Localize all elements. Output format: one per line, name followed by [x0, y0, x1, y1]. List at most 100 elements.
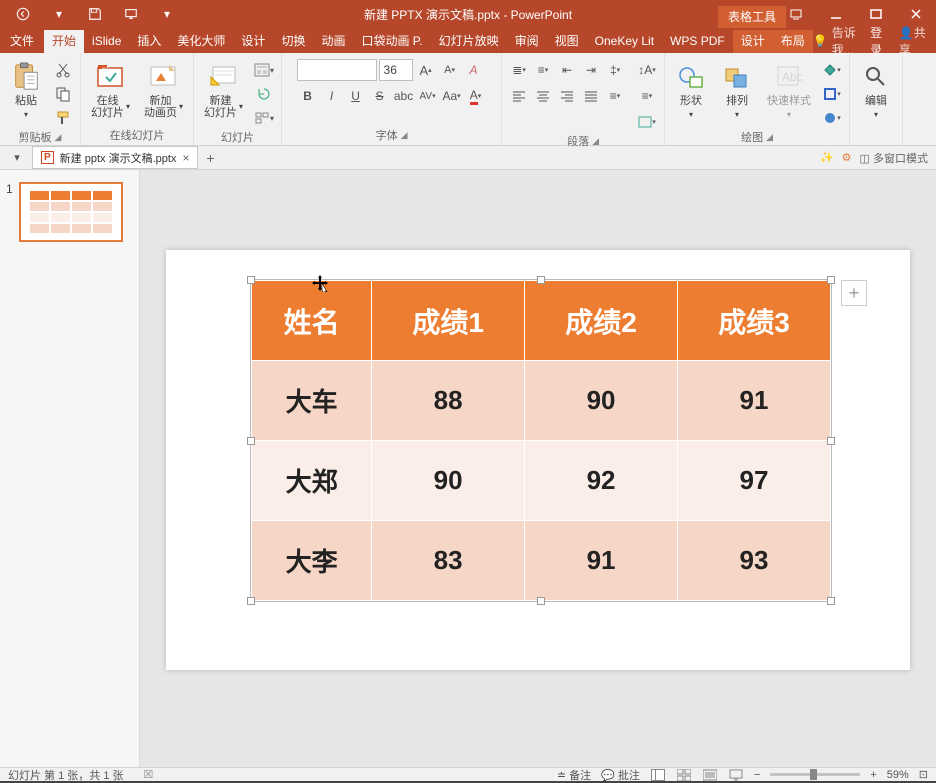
resize-handle[interactable]: [827, 276, 835, 284]
resize-handle[interactable]: [827, 437, 835, 445]
columns-icon[interactable]: ≡▾: [604, 85, 626, 107]
tell-me-search[interactable]: 💡 告诉我...: [813, 24, 858, 58]
table-cell[interactable]: 91: [525, 521, 678, 601]
shapes-button[interactable]: 形状▾: [671, 59, 711, 123]
align-right-icon[interactable]: [556, 85, 578, 107]
tab-beautify[interactable]: 美化大师: [169, 30, 233, 53]
table-cell[interactable]: 大李: [252, 521, 372, 601]
resize-handle[interactable]: [537, 276, 545, 284]
tab-slideshow[interactable]: 幻灯片放映: [431, 30, 507, 53]
tab-transition[interactable]: 切换: [273, 30, 313, 53]
smartart-icon[interactable]: ▾: [636, 111, 658, 133]
format-painter-icon[interactable]: [52, 107, 74, 129]
data-table[interactable]: 姓名 成绩1 成绩2 成绩3 大车 88 90 91 大郑: [251, 280, 831, 601]
doctab-close-icon[interactable]: ×: [182, 151, 189, 165]
share-button[interactable]: 👤共享: [899, 24, 926, 58]
resize-handle[interactable]: [827, 597, 835, 605]
tab-view[interactable]: 视图: [547, 30, 587, 53]
new-anim-page-button[interactable]: 新加 动画页▾: [140, 59, 187, 121]
document-tab[interactable]: P 新建 pptx 演示文稿.pptx ×: [32, 146, 198, 169]
strikethrough-icon[interactable]: S: [369, 85, 391, 107]
doctab-list-icon[interactable]: ▾: [6, 147, 28, 169]
resize-handle[interactable]: [247, 437, 255, 445]
sorter-view-icon[interactable]: [676, 769, 692, 781]
align-left-icon[interactable]: [508, 85, 530, 107]
table-cell[interactable]: 91: [678, 361, 831, 441]
section-icon[interactable]: ▾: [253, 107, 275, 129]
reading-view-icon[interactable]: [702, 769, 718, 781]
table-cell[interactable]: 88: [372, 361, 525, 441]
underline-icon[interactable]: U: [345, 85, 367, 107]
layout-icon[interactable]: ▾: [253, 59, 275, 81]
tab-wps[interactable]: WPS PDF: [662, 30, 733, 53]
table-header[interactable]: 成绩3: [678, 281, 831, 361]
add-column-icon[interactable]: +: [841, 280, 867, 306]
slide-canvas[interactable]: 姓名 成绩1 成绩2 成绩3 大车 88 90 91 大郑: [140, 170, 936, 767]
tab-home[interactable]: 开始: [44, 30, 84, 53]
comments-button[interactable]: 💬 批注: [601, 767, 640, 783]
copy-icon[interactable]: [52, 83, 74, 105]
magic-icon[interactable]: ✨: [820, 151, 834, 164]
shadow-icon[interactable]: abc: [393, 85, 415, 107]
tab-islide[interactable]: iSlide: [84, 30, 129, 53]
fit-window-icon[interactable]: ⊡: [919, 768, 928, 781]
zoom-value[interactable]: 59%: [887, 769, 909, 781]
bullets-icon[interactable]: ≣▾: [508, 59, 530, 81]
table-cell[interactable]: 大车: [252, 361, 372, 441]
line-spacing-icon[interactable]: ‡▾: [604, 59, 626, 81]
undo-dropdown-icon[interactable]: ▾: [42, 2, 76, 26]
table-header[interactable]: 成绩2: [525, 281, 678, 361]
shape-effects-icon[interactable]: ▾: [821, 107, 843, 129]
sign-in-link[interactable]: 登录: [870, 24, 887, 58]
table-row[interactable]: 大郑 90 92 97: [252, 441, 831, 521]
font-color-icon[interactable]: A▾: [465, 85, 487, 107]
increase-indent-icon[interactable]: ⇥: [580, 59, 602, 81]
table-row[interactable]: 大李 83 91 93: [252, 521, 831, 601]
bold-icon[interactable]: B: [297, 85, 319, 107]
shape-fill-icon[interactable]: ▾: [821, 59, 843, 81]
decrease-font-icon[interactable]: A▾: [439, 59, 461, 81]
multi-window-button[interactable]: ◫ 多窗口模式: [860, 150, 928, 166]
numbering-icon[interactable]: ≡▾: [532, 59, 554, 81]
table-cell[interactable]: 90: [372, 441, 525, 521]
new-slide-button[interactable]: 新建 幻灯片▾: [200, 59, 247, 121]
paste-button[interactable]: 粘贴 ▾: [6, 59, 46, 123]
start-from-beginning-icon[interactable]: [114, 2, 148, 26]
justify-icon[interactable]: [580, 85, 602, 107]
tab-onekey[interactable]: OneKey Lit: [587, 30, 662, 53]
settings-gear-icon[interactable]: ⚙: [842, 151, 852, 164]
tab-pocket[interactable]: 口袋动画 P.: [353, 30, 430, 53]
font-name-combo[interactable]: [297, 59, 377, 81]
shape-outline-icon[interactable]: ▾: [821, 83, 843, 105]
table-row[interactable]: 大车 88 90 91: [252, 361, 831, 441]
arrange-button[interactable]: 排列▾: [717, 59, 757, 123]
tab-insert[interactable]: 插入: [129, 30, 169, 53]
language-label[interactable]: ☒: [144, 768, 154, 781]
reset-icon[interactable]: [253, 83, 275, 105]
align-center-icon[interactable]: [532, 85, 554, 107]
font-size-combo[interactable]: 36: [379, 59, 413, 81]
table-object[interactable]: 姓名 成绩1 成绩2 成绩3 大车 88 90 91 大郑: [250, 279, 832, 602]
zoom-out-icon[interactable]: −: [754, 769, 760, 781]
notes-button[interactable]: ≐ 备注: [557, 767, 591, 783]
zoom-knob[interactable]: [810, 769, 817, 780]
table-header[interactable]: 成绩1: [372, 281, 525, 361]
table-cell[interactable]: 大郑: [252, 441, 372, 521]
tab-review[interactable]: 审阅: [507, 30, 547, 53]
tab-file[interactable]: 文件: [0, 30, 44, 53]
clear-format-icon[interactable]: A: [463, 59, 485, 81]
tab-table-layout[interactable]: 布局: [773, 30, 813, 53]
online-slides-button[interactable]: HOT 在线 幻灯片▾: [87, 59, 134, 121]
text-direction-icon[interactable]: ↕A▾: [636, 59, 658, 81]
table-header[interactable]: 姓名: [252, 281, 372, 361]
back-icon[interactable]: [6, 2, 40, 26]
change-case-icon[interactable]: Aa▾: [441, 85, 463, 107]
char-spacing-icon[interactable]: AV▾: [417, 85, 439, 107]
editing-button[interactable]: 编辑▾: [856, 59, 896, 123]
save-icon[interactable]: [78, 2, 112, 26]
slide-thumbnail-1[interactable]: [19, 182, 123, 242]
decrease-indent-icon[interactable]: ⇤: [556, 59, 578, 81]
italic-icon[interactable]: I: [321, 85, 343, 107]
table-cell[interactable]: 93: [678, 521, 831, 601]
add-tab-icon[interactable]: +: [198, 150, 222, 166]
